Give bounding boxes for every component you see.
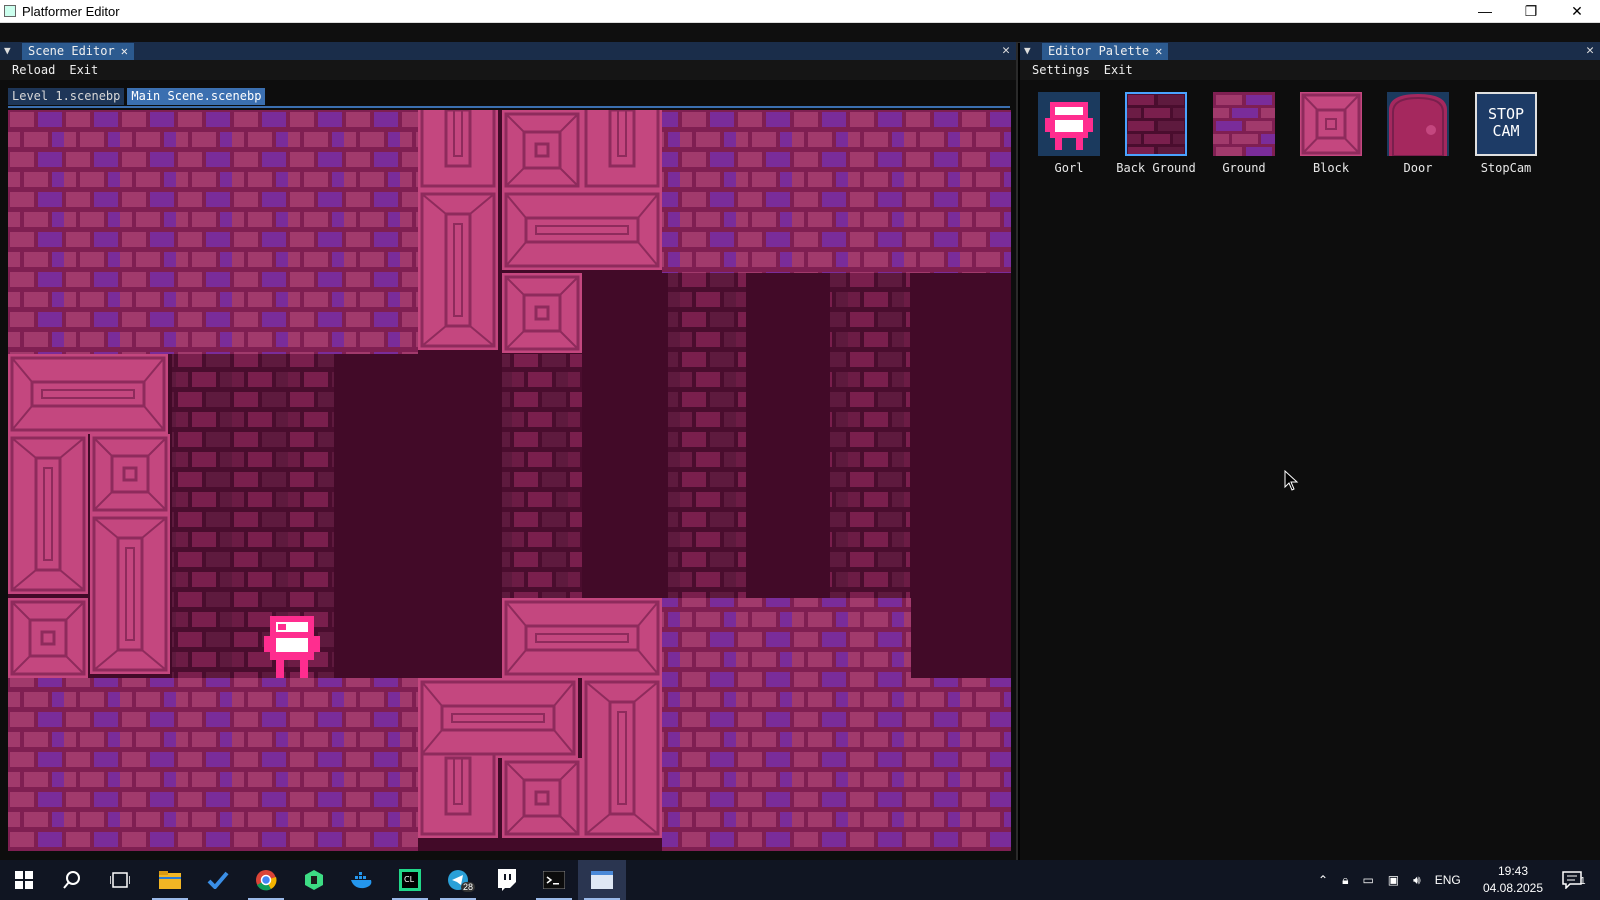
tab-underline — [8, 106, 1010, 108]
system-tray: ⌃ 🔒︎ ▭ ▣ 🔊︎ ENG — [1318, 860, 1461, 900]
taskbar-clock[interactable]: 19:43 04.08.2025 — [1478, 863, 1548, 897]
scene-panel-tabbar: ▼ Scene Editor ✕ ✕ — [0, 42, 1016, 60]
twitch-icon[interactable] — [482, 860, 530, 900]
close-window-button[interactable]: ✕ — [1554, 0, 1600, 23]
task-view-icon[interactable] — [96, 860, 144, 900]
notification-count: 1 — [1580, 876, 1586, 887]
main-menu-bar — [0, 23, 1600, 43]
brick-wall — [662, 678, 1011, 851]
menu-reload[interactable]: Reload — [5, 60, 62, 80]
brick-wall — [8, 110, 418, 354]
tab-main-scene[interactable]: Main Scene.scenebp — [127, 88, 266, 105]
file-explorer-icon[interactable] — [146, 860, 194, 900]
clock-date: 04.08.2025 — [1482, 881, 1544, 895]
mouse-cursor-icon — [1284, 470, 1299, 491]
terminal-icon[interactable] — [530, 860, 578, 900]
network-icon[interactable]: ▣ — [1388, 873, 1399, 887]
palette-item-door[interactable]: Door — [1378, 92, 1458, 175]
show-hidden-icons-icon[interactable]: ⌃ — [1318, 873, 1328, 887]
tab-level-1[interactable]: Level 1.scenebp — [8, 88, 125, 105]
windows-start-icon[interactable] — [0, 860, 48, 900]
palette-item-label: Gorl — [1054, 161, 1084, 175]
scene-viewport[interactable] — [8, 110, 1011, 851]
scene-editor-panel: ▼ Scene Editor ✕ ✕ Reload Exit Level 1.sce… — [0, 42, 1018, 860]
panel-menu-arrow-icon[interactable]: ▼ — [4, 44, 11, 57]
language-indicator[interactable]: ENG — [1435, 873, 1461, 887]
palette-item-gorl[interactable]: Gorl — [1029, 92, 1109, 175]
block-tiles-middle — [500, 596, 664, 680]
palette-panel-menubar: Settings Exit — [1020, 60, 1600, 80]
block-tile-icon — [1300, 92, 1362, 156]
editor-app-icon[interactable] — [578, 860, 626, 900]
volume-icon[interactable]: 🔊︎ — [1413, 873, 1421, 888]
telegram-badge: 28 — [461, 882, 476, 892]
palette-item-back-ground[interactable]: Back Ground — [1116, 92, 1196, 175]
ground-brick-icon — [1213, 92, 1275, 156]
tab-close-icon[interactable]: ✕ — [1155, 44, 1162, 58]
background-brick-icon — [1125, 92, 1187, 156]
clion-icon[interactable]: CL — [386, 860, 434, 900]
brick-wall — [8, 678, 418, 851]
brick-wall — [662, 598, 911, 678]
scene-panel-menubar: Reload Exit — [0, 60, 1016, 80]
tab-close-icon[interactable]: ✕ — [121, 44, 128, 58]
battery-icon[interactable]: ▭ — [1362, 873, 1373, 887]
clock-time: 19:43 — [1497, 864, 1529, 878]
background-brick — [668, 273, 746, 598]
door-icon — [1387, 92, 1449, 156]
palette-item-label: Back Ground — [1116, 161, 1196, 175]
tab-editor-palette[interactable]: Editor Palette ✕ — [1042, 43, 1169, 60]
notifications-icon[interactable]: 1 — [1548, 860, 1596, 900]
panel-menu-arrow-icon[interactable]: ▼ — [1024, 44, 1031, 57]
block-tiles-bottom — [416, 676, 664, 840]
window-title-bar: Platformer Editor — ❐ ✕ — [0, 0, 1600, 23]
palette-item-stopcam[interactable]: STOP CAM StopCam — [1466, 92, 1546, 175]
background-brick — [502, 354, 582, 598]
palette-item-block[interactable]: Block — [1291, 92, 1371, 175]
palette-item-ground[interactable]: Ground — [1204, 92, 1284, 175]
telegram-icon[interactable]: 28 — [434, 860, 482, 900]
search-icon[interactable] — [48, 860, 96, 900]
minimize-button[interactable]: — — [1462, 0, 1508, 23]
window-title: Platformer Editor — [22, 4, 120, 19]
menu-exit[interactable]: Exit — [62, 60, 105, 80]
scene-file-tabs: Level 1.scenebp Main Scene.scenebp — [8, 88, 268, 106]
menu-settings[interactable]: Settings — [1025, 60, 1097, 80]
android-studio-icon[interactable] — [290, 860, 338, 900]
docker-icon[interactable] — [338, 860, 386, 900]
lock-icon[interactable]: 🔒︎ — [1342, 873, 1348, 888]
stopcam-text: STOP CAM — [1487, 105, 1525, 140]
windows-taskbar: CL 28 ⌃ 🔒︎ ▭ ▣ 🔊︎ ENG 19:43 04.08.2025 1 — [0, 860, 1600, 900]
brick-wall — [662, 110, 1011, 273]
todo-icon[interactable] — [194, 860, 242, 900]
palette-item-label: Door — [1403, 161, 1433, 175]
panel-close-icon[interactable]: ✕ — [1002, 42, 1010, 60]
scene-canvas — [8, 110, 1011, 851]
palette-item-label: Ground — [1222, 161, 1266, 175]
tab-label: Scene Editor — [28, 44, 115, 58]
tab-scene-editor[interactable]: Scene Editor ✕ — [22, 43, 134, 60]
svg-text:CL: CL — [404, 875, 415, 884]
panel-close-icon[interactable]: ✕ — [1586, 42, 1594, 60]
background-brick — [830, 273, 910, 598]
chrome-icon[interactable] — [242, 860, 290, 900]
maximize-button[interactable]: ❐ — [1508, 0, 1554, 23]
palette-panel-tabbar: ▼ Editor Palette ✕ ✕ — [1020, 42, 1600, 60]
tab-label: Editor Palette — [1048, 44, 1150, 58]
stopcam-icon: STOP CAM — [1475, 92, 1537, 156]
app-icon — [4, 5, 16, 17]
menu-exit[interactable]: Exit — [1097, 60, 1140, 80]
palette-item-label: StopCam — [1480, 161, 1532, 175]
palette-item-label: Block — [1312, 161, 1350, 175]
editor-palette-panel: ▼ Editor Palette ✕ ✕ SettingsExit Gorl — [1020, 42, 1600, 860]
gorl-character-icon — [1038, 92, 1100, 156]
